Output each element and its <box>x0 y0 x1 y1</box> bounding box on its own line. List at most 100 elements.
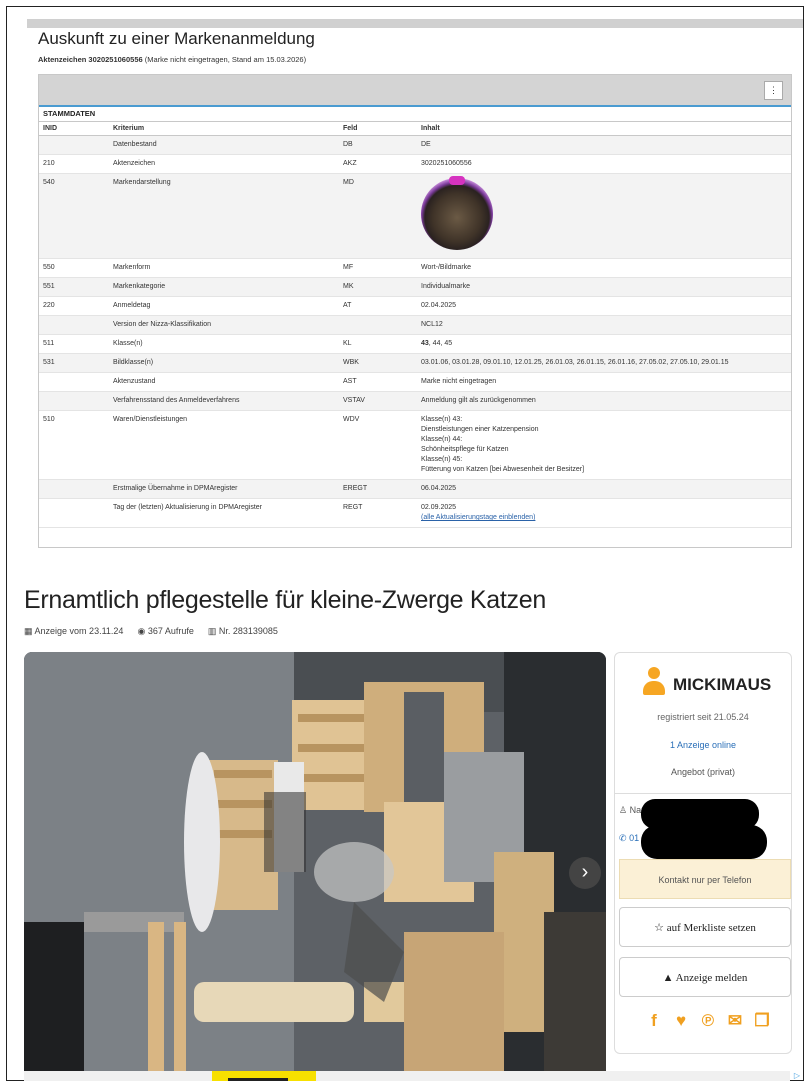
cell-inid: 540 <box>39 173 109 259</box>
cell-inid <box>39 135 109 155</box>
bottom-ad-bar <box>24 1071 790 1081</box>
cell-inhalt: 03.01.06, 03.01.28, 09.01.10, 12.01.25, … <box>417 353 791 373</box>
cell-kriterium: Erstmalige Übernahme in DPMAregister <box>109 479 339 499</box>
cell-inhalt-goods: Klasse(n) 43: Dienstleistungen einer Kat… <box>417 410 791 480</box>
bottom-banner-strip <box>228 1078 288 1081</box>
cell-kriterium: Version der Nizza-Klassifikation <box>109 315 339 335</box>
cell-inhalt: 3020251060556 <box>417 154 791 174</box>
table-toolbar: ⋮ <box>39 75 791 105</box>
phone-icon: ✆ <box>619 833 627 843</box>
table-row: 510 Waren/Dienstleistungen WDV Klasse(n)… <box>39 410 791 480</box>
ad-number: ▥ Nr. 283139085 <box>208 626 278 637</box>
cell-inid: 531 <box>39 353 109 373</box>
cell-feld: AKZ <box>339 154 417 174</box>
user-small-icon: ♙ <box>619 805 628 815</box>
page-title: Auskunft zu einer Markenanmeldung <box>38 29 315 48</box>
column-header-feld: Feld <box>339 122 417 136</box>
seller-phone-row[interactable]: ✆ 01 <box>619 833 639 844</box>
kebab-menu-icon[interactable]: ⋮ <box>764 81 783 100</box>
cell-inhalt: Individualmarke <box>417 277 791 297</box>
stammdaten-table: INID Kriterium Feld Inhalt Datenbestand … <box>39 122 791 528</box>
table-row: 220 Anmeldetag AT 02.04.2025 <box>39 296 791 316</box>
cell-inid: 210 <box>39 154 109 174</box>
aktenzeichen-note: (Marke nicht eingetragen, Stand am 15.03… <box>144 55 307 64</box>
report-label: Anzeige melden <box>675 972 748 984</box>
primary-class: 43 <box>421 340 429 347</box>
table-row: Version der Nizza-Klassifikation NCL12 <box>39 315 791 335</box>
cell-inid: 220 <box>39 296 109 316</box>
column-header-kriterium: Kriterium <box>109 122 339 136</box>
column-header-inhalt: Inhalt <box>417 122 791 136</box>
seller-username[interactable]: MICKIMAUS <box>673 675 771 695</box>
cell-kriterium: Aktenzeichen <box>109 154 339 174</box>
aktenzeichen-subtitle: Aktenzeichen 3020251060556 (Marke nicht … <box>38 55 306 64</box>
cat-logo-image <box>421 176 493 250</box>
cell-inhalt: Marke nicht eingetragen <box>417 372 791 392</box>
watchlist-button[interactable]: ☆ auf Merkliste setzen <box>619 907 791 947</box>
cell-inid <box>39 498 109 528</box>
trademark-image[interactable] <box>421 176 497 254</box>
table-row: Erstmalige Übernahme in DPMAregister ERE… <box>39 479 791 499</box>
cell-inhalt: 06.04.2025 <box>417 479 791 499</box>
goods-line: Schönheitspflege für Katzen <box>421 446 509 453</box>
table-row: Aktenzustand AST Marke nicht eingetragen <box>39 372 791 392</box>
seller-phone-text: 01 <box>629 833 640 843</box>
ad-date: ▦ Anzeige vom 23.11.24 <box>24 626 123 637</box>
next-image-chevron-right-icon[interactable]: › <box>569 857 601 889</box>
cell-inhalt: NCL12 <box>417 315 791 335</box>
cell-inid: 551 <box>39 277 109 297</box>
ad-meta: ▦ Anzeige vom 23.11.24 ◉ 367 Aufrufe ▥ N… <box>24 626 278 637</box>
table-row: 551 Markenkategorie MK Individualmarke <box>39 277 791 297</box>
warning-icon: ▲ <box>662 972 674 984</box>
seller-ads-online-link[interactable]: 1 Anzeige online <box>615 740 791 750</box>
copy-icon[interactable]: ❐ <box>753 1011 771 1031</box>
cell-inid: 550 <box>39 258 109 278</box>
ad-date-text: Anzeige vom 23.11.24 <box>34 626 124 636</box>
twitter-icon[interactable]: ♥ <box>672 1011 690 1031</box>
cell-kriterium: Aktenzustand <box>109 372 339 392</box>
cell-inid: 511 <box>39 334 109 354</box>
top-bar <box>27 19 803 28</box>
cell-kriterium: Klasse(n) <box>109 334 339 354</box>
cell-feld: EREGT <box>339 479 417 499</box>
share-icons: f ♥ ℗ ✉ ❐ <box>645 1011 771 1031</box>
cell-kriterium: Verfahrensstand des Anmeldeverfahrens <box>109 391 339 411</box>
table-row: 210 Aktenzeichen AKZ 3020251060556 <box>39 154 791 174</box>
cell-feld: AT <box>339 296 417 316</box>
column-header-inid: INID <box>39 122 109 136</box>
show-all-updates-link[interactable]: (alle Aktualisierungstage einblenden) <box>421 513 787 523</box>
table-row: Tag der (letzten) Aktualisierung in DPMA… <box>39 498 791 528</box>
update-date: 02.09.2025 <box>421 504 457 511</box>
cell-inhalt: 43, 44, 45 <box>417 334 791 354</box>
table-row: 511 Klasse(n) KL 43, 44, 45 <box>39 334 791 354</box>
cell-feld: REGT <box>339 498 417 528</box>
cell-kriterium: Anmeldetag <box>109 296 339 316</box>
facebook-icon[interactable]: f <box>645 1011 663 1031</box>
email-icon[interactable]: ✉ <box>726 1011 744 1031</box>
cell-kriterium: Bildklasse(n) <box>109 353 339 373</box>
cell-kriterium: Markenkategorie <box>109 277 339 297</box>
seller-offer-type: Angebot (privat) <box>670 767 736 777</box>
bow-icon <box>449 176 465 185</box>
seller-registered: registriert seit 21.05.24 <box>657 712 749 722</box>
report-ad-button[interactable]: ▲ Anzeige melden <box>619 957 791 997</box>
ad-photo[interactable] <box>24 652 606 1072</box>
goods-line: Klasse(n) 44: <box>421 436 463 443</box>
cell-inhalt: Anmeldung gilt als zurückgenommen <box>417 391 791 411</box>
user-icon <box>643 667 665 697</box>
cell-inhalt-image <box>417 173 791 259</box>
table-row: Verfahrensstand des Anmeldeverfahrens VS… <box>39 391 791 411</box>
table-row: 550 Markenform MF Wort-/Bildmarke <box>39 258 791 278</box>
cell-kriterium: Markendarstellung <box>109 173 339 259</box>
cell-feld: DB <box>339 135 417 155</box>
pinterest-icon[interactable]: ℗ <box>699 1011 717 1031</box>
cell-inhalt: DE <box>417 135 791 155</box>
stammdaten-table-panel: ⋮ STAMMDATEN INID Kriterium Feld Inhalt … <box>38 74 792 548</box>
redaction-block <box>641 825 767 859</box>
cell-feld: MD <box>339 173 417 259</box>
cell-feld: AST <box>339 372 417 392</box>
section-title: STAMMDATEN <box>39 105 791 122</box>
ad-choices-icon[interactable]: ▷ <box>794 1071 800 1080</box>
table-row: Datenbestand DB DE <box>39 135 791 155</box>
ad-title: Ernamtlich pflegestelle für kleine-Zwerg… <box>24 586 546 614</box>
